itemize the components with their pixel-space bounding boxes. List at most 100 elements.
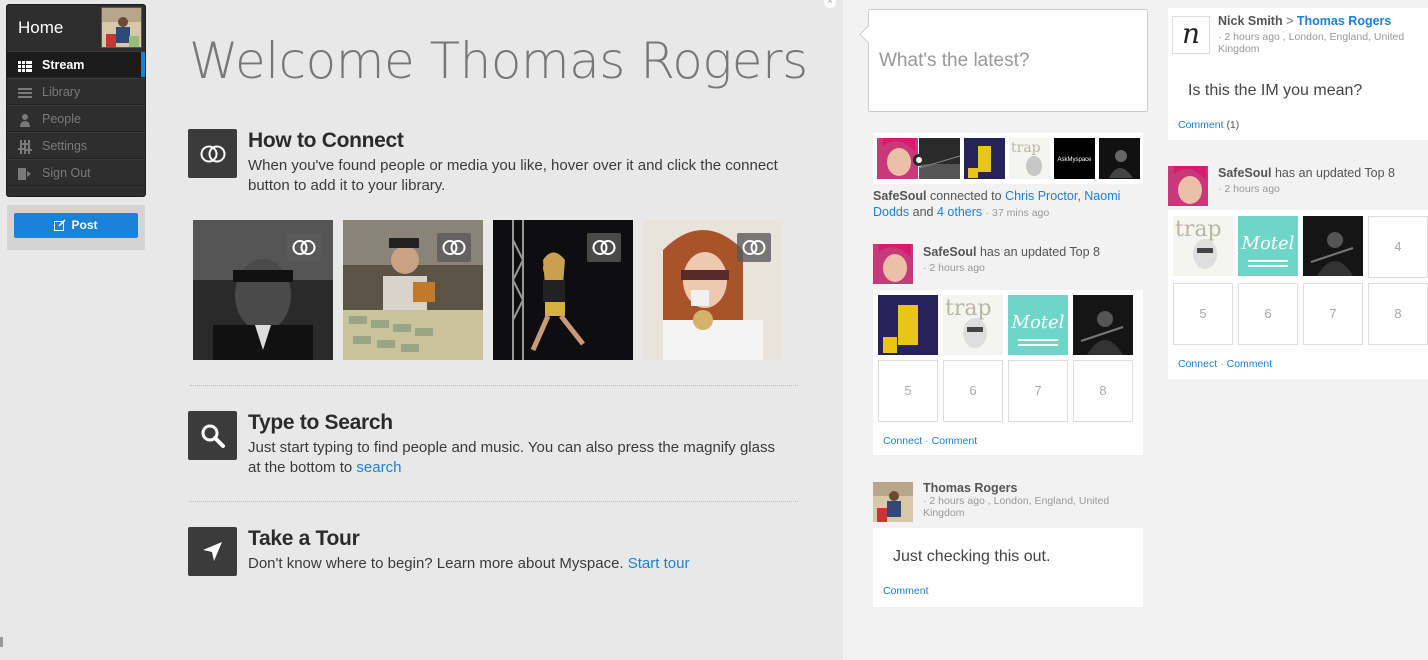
connect-link[interactable]: Connect [883,435,922,447]
suggested-photo[interactable] [643,220,783,360]
post-body: Just checking this out. [893,548,1051,565]
top8-thumb[interactable] [1303,216,1363,276]
feed-target-link[interactable]: Chris Proctor [1005,189,1077,203]
start-tour-link[interactable]: Start tour [628,555,690,572]
card-actions: Comment [883,585,929,597]
comment-link[interactable]: Comment [883,585,929,597]
type-to-search-section: Type to Search Just start typing to find… [188,411,788,481]
top8-empty-slot[interactable]: 7 [1008,360,1068,422]
comment-link[interactable]: Comment [1178,119,1224,131]
tour-text: Don't know where to begin? Learn more ab… [248,554,788,574]
connect-button[interactable] [287,233,321,262]
connect-heading: How to Connect [248,129,404,152]
motel-logo: Motel [1241,233,1295,254]
top8-empty-slot[interactable]: 5 [1173,283,1233,345]
nav-item-sign-out[interactable]: Sign Out [7,159,145,186]
connection-counter-dot [913,154,925,166]
post-header: Thomas Rogers [923,481,1017,495]
people-icon [20,114,30,127]
feed-separator: , [1077,189,1081,203]
nav-item-label: Sign Out [42,166,91,180]
connection-thumb[interactable] [877,138,918,179]
connect-button[interactable] [587,233,621,262]
motel-logo: Motel [1011,312,1065,333]
connection-thumb[interactable] [1099,138,1140,179]
feed-author[interactable]: SafeSoul [1218,166,1272,180]
trap-logo: trap [945,296,992,321]
feed-avatar[interactable] [1168,166,1208,206]
divider [189,385,798,386]
nav-item-settings[interactable]: Settings [7,132,145,159]
trap-logo: trap [1175,217,1222,242]
connect-icon [292,240,316,255]
suggested-photo[interactable] [343,220,483,360]
tour-text-body: Don't know where to begin? Learn more ab… [248,555,628,572]
settings-icon [18,140,32,154]
connect-button[interactable] [437,233,471,262]
top8-empty-slot[interactable]: 8 [1073,360,1133,422]
feed-and: and [912,205,934,219]
close-icon[interactable]: × [824,0,836,8]
post-card: Just checking this out. Comment [873,528,1143,607]
feed-time: · 2 hours ago [923,262,985,274]
suggested-photo[interactable] [493,220,633,360]
feed-verb: connected to [929,189,1002,203]
nick-avatar[interactable]: n [1172,16,1210,54]
connect-icon [200,145,226,163]
top8-empty-slot[interactable]: 8 [1368,283,1428,345]
top8-empty-slot[interactable]: 5 [878,360,938,422]
connection-thumb[interactable]: trap [1009,138,1050,179]
askmyspace-label: AskMyspace [1057,157,1092,163]
top8-empty-slot[interactable]: 6 [1238,283,1298,345]
status-input[interactable] [869,10,1147,111]
search-text: Just start typing to find people and mus… [248,438,788,478]
top8-header: SafeSoul has an updated Top 8 [923,245,1100,259]
feed-author[interactable]: Nick Smith [1218,14,1283,28]
top8-card: trap Motel 5 6 7 8 Connect · Comment [873,290,1143,455]
comment-link[interactable]: Comment [932,435,978,447]
comment-link[interactable]: Comment [1227,358,1273,370]
connect-button[interactable] [737,233,771,262]
nav-item-people[interactable]: People [7,105,145,132]
top8-thumb[interactable]: trap [943,295,1003,355]
top8-empty-slot[interactable]: 4 [1368,216,1428,278]
connection-thumb[interactable]: AskMyspace [1054,138,1095,179]
top8-empty-slot[interactable]: 7 [1303,283,1363,345]
top8-thumb[interactable]: Motel [1238,216,1298,276]
top8-empty-slot[interactable]: 6 [943,360,1003,422]
feed-others-link[interactable]: 4 others [937,205,982,219]
tour-tile [188,527,237,576]
top8-thumb[interactable] [1073,295,1133,355]
feed-author[interactable]: SafeSoul [873,189,927,203]
feed-text: has an updated Top 8 [1274,166,1395,180]
connected-summary: SafeSoul connected to Chris Proctor, Nao… [873,188,1143,221]
connection-thumb[interactable] [964,138,1005,179]
top8-thumb[interactable]: trap [1173,216,1233,276]
connection-thumb[interactable] [919,138,960,179]
top8-thumb[interactable] [878,295,938,355]
nav-item-library[interactable]: Library [7,78,145,105]
search-link[interactable]: search [356,459,401,476]
connect-link[interactable]: Connect [1178,358,1217,370]
search-heading: Type to Search [248,411,393,434]
feed-avatar[interactable] [873,244,913,284]
nav-home[interactable]: Home [7,5,145,51]
connect-icon [742,240,766,255]
nav-item-stream[interactable]: Stream [7,51,145,78]
feed-time: · 2 hours ago [1218,183,1280,195]
connect-icon [442,240,466,255]
feed-author[interactable]: SafeSoul [923,245,977,259]
feed-author[interactable]: Thomas Rogers [923,481,1017,495]
top8-header: SafeSoul has an updated Top 8 [1218,166,1395,180]
feed-time: · 2 hours ago , London, England, United … [923,495,1110,519]
user-avatar[interactable] [101,7,142,48]
how-to-connect-section: How to Connect When you've found people … [188,129,788,199]
connect-tile [188,129,237,178]
top8-thumb[interactable]: Motel [1008,295,1068,355]
nick-smith-card: n Nick Smith > Thomas Rogers · 2 hours a… [1168,8,1428,140]
take-a-tour-section: Take a Tour Don't know where to begin? L… [188,527,788,587]
feed-avatar[interactable] [873,482,913,522]
post-button[interactable]: Post [14,213,138,238]
feed-target-link[interactable]: Thomas Rogers [1297,14,1391,28]
suggested-photo[interactable] [193,220,333,360]
